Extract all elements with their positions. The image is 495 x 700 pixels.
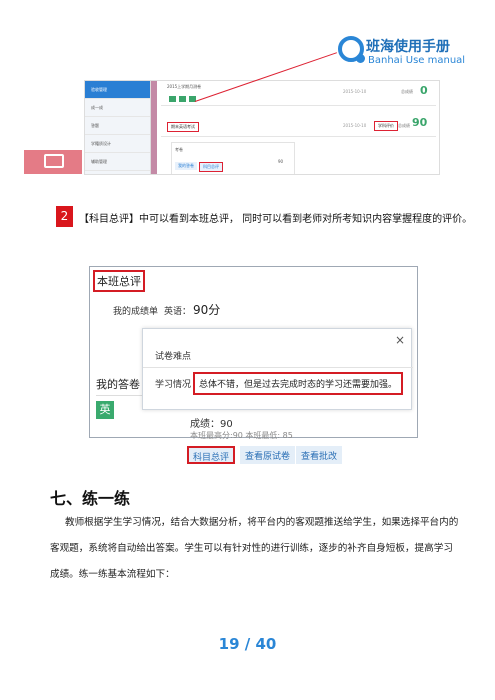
page-number: 19 / 40	[218, 635, 277, 653]
sidebar-item[interactable]: 学籍质设计	[85, 135, 150, 153]
grade-text: 成绩：90	[190, 419, 233, 430]
row-date: 2015-10-10	[343, 123, 367, 128]
brand-subtitle: Banhai Use manual	[368, 55, 466, 66]
section-paragraph: 教师根据学生学习情况，结合大数据分析，将平台内的客观题推送给学生，如果选择平台内…	[50, 517, 459, 580]
sidebar: 验收管理 成一成 答题 学籍质设计 辅助管理	[85, 81, 151, 174]
view-original-paper-button[interactable]: 查看原试卷	[240, 446, 296, 464]
learning-status-text: 总体不错，但是过去完成时态的学习还需要加强。	[193, 372, 404, 395]
class-stats: 本班最高分:90 本班最低: 85	[190, 431, 293, 440]
image-icon	[44, 154, 64, 168]
exam-title: 2015上学期月测卷	[167, 84, 202, 89]
learning-status-label: 学习情况	[155, 380, 192, 390]
brand-title: 班海使用手册	[366, 39, 450, 55]
row-score-label: 总成绩	[398, 123, 410, 128]
english-label: 英语：	[164, 307, 192, 317]
view-grading-button[interactable]: 查看批改	[296, 446, 343, 464]
score-sheet-label: 我的成绩单	[113, 307, 159, 317]
subject-summary-button[interactable]: 科目总评	[187, 446, 236, 464]
english-score: 90分	[193, 303, 221, 317]
row-score: 0	[420, 84, 428, 97]
step-number: 2	[56, 206, 73, 227]
subject-badge: 英	[96, 401, 114, 419]
divider	[143, 367, 413, 368]
card-score: 90	[278, 159, 284, 164]
exam-card	[171, 142, 295, 174]
sidebar-item[interactable]: 验收管理	[85, 81, 150, 99]
row-score: 90	[412, 116, 428, 129]
exam-tag[interactable]: 期末英语考试	[167, 122, 199, 132]
screenshot-exam-list: 验收管理 成一成 答题 学籍质设计 辅助管理 2015上学期月测卷 2015-1…	[84, 80, 440, 175]
divider	[161, 105, 436, 106]
difficulty-modal: × 试卷难点 学习情况 总体不错，但是过去完成时态的学习还需要加强。	[142, 328, 413, 410]
subject-badge-label: 英	[99, 403, 111, 416]
class-summary-title: 本班总评	[93, 270, 145, 292]
sidebar-item[interactable]: 答题	[85, 117, 150, 135]
row-score-label: 总成绩	[401, 89, 413, 94]
divider	[96, 395, 146, 396]
my-answers-button[interactable]: 我的答卷	[175, 162, 197, 170]
sidebar-item[interactable]: 辅助管理	[85, 153, 150, 171]
row-date: 2015-10-10	[343, 89, 367, 94]
close-icon[interactable]: ×	[395, 333, 405, 347]
sidebar-item[interactable]: 成一成	[85, 99, 150, 117]
step-description: 【科目总评】中可以看到本班总评， 同时可以看到老师对所考知识内容掌握程度的评价。	[79, 214, 473, 225]
decorative-strip	[151, 81, 157, 174]
action-icon[interactable]	[169, 96, 176, 102]
subject-summary-button[interactable]: 科目总评	[199, 162, 223, 172]
banhai-logo-icon	[338, 36, 365, 63]
my-answers-heading: 我的答卷	[96, 378, 140, 391]
section-title: 七、练一练	[50, 489, 131, 508]
card-label: 考卷	[175, 147, 183, 152]
view-evaluation-button[interactable]: 学科评价	[374, 121, 398, 131]
divider	[161, 136, 436, 137]
modal-title: 试卷难点	[155, 352, 192, 362]
action-icon[interactable]	[179, 96, 186, 102]
